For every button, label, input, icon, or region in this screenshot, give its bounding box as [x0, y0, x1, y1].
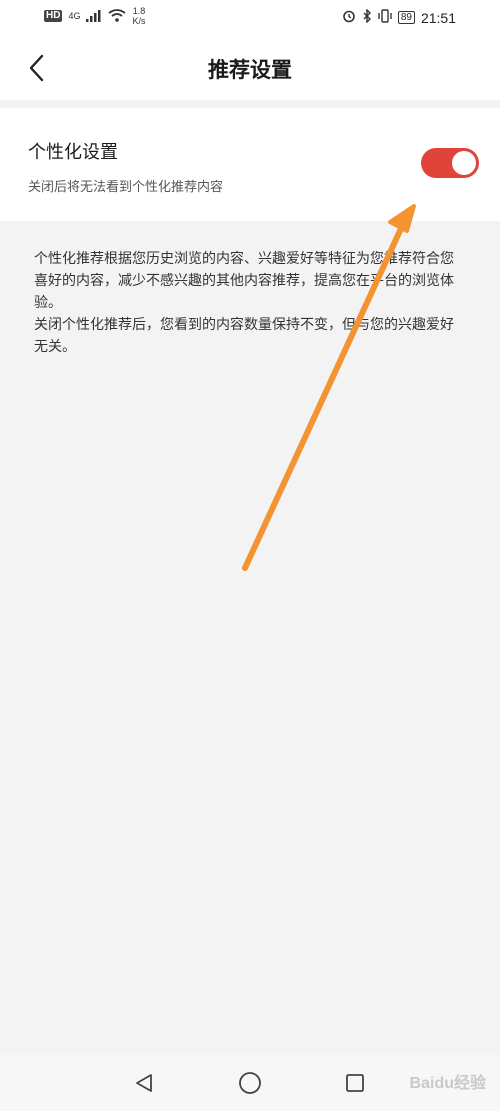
speed-unit: K/s — [132, 16, 146, 26]
personalization-toggle[interactable] — [421, 148, 479, 178]
hd-badge: HD — [44, 10, 63, 22]
system-navigation-bar: Baidu经验 — [0, 1055, 500, 1111]
network-speed: 1.8 K/s — [132, 6, 145, 26]
triangle-back-icon — [136, 1074, 152, 1092]
clock: 21:51 — [420, 9, 456, 26]
description: 个性化推荐根据您历史浏览的内容、兴趣爱好等特征为您推荐符合您喜好的内容，减少不感… — [34, 248, 464, 358]
description-paragraph-1: 个性化推荐根据您历史浏览的内容、兴趣爱好等特征为您推荐符合您喜好的内容，减少不感… — [34, 251, 454, 311]
nav-recents-button[interactable] — [341, 1069, 369, 1097]
status-bar: HD 4G 1.8 K/s 89 21:51 — [0, 0, 500, 36]
circle-home-icon — [239, 1072, 261, 1094]
nav-back-button[interactable] — [130, 1069, 158, 1097]
status-right: 89 21:51 — [342, 8, 456, 27]
header: 推荐设置 — [0, 36, 500, 100]
nav-home-button[interactable] — [236, 1069, 264, 1097]
page-title: 推荐设置 — [208, 58, 292, 82]
description-paragraph-2: 关闭个性化推荐后，您看到的内容数量保持不变，但与您的兴趣爱好无关。 — [34, 317, 454, 355]
setting-subtitle: 关闭后将无法看到个性化推荐内容 — [28, 180, 224, 195]
square-recents-icon — [346, 1074, 364, 1092]
wifi-icon — [108, 7, 127, 26]
network-type: 4G — [68, 11, 81, 21]
bluetooth-icon — [362, 8, 372, 27]
battery-indicator: 89 — [397, 11, 415, 24]
speed-value: 1.8 — [132, 6, 146, 16]
watermark: Baidu经验 — [409, 1075, 486, 1092]
setting-title: 个性化设置 — [28, 142, 118, 163]
toggle-knob — [452, 151, 476, 175]
status-left: HD 4G 1.8 K/s — [44, 6, 145, 26]
vibrate-icon — [378, 8, 392, 27]
signal-icon — [86, 7, 102, 26]
alarm-icon — [342, 8, 356, 27]
